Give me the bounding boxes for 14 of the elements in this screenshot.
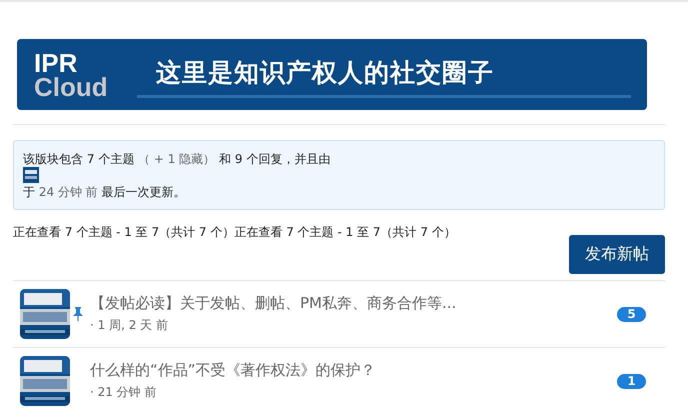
logo-text: IPR <box>34 50 78 74</box>
info-text: 于 24 分钟 前 最后一次更新。 <box>23 184 187 201</box>
topic-title[interactable]: 什么样的“作品”不受《著作权法》的保护？ <box>90 361 617 380</box>
topic-time: · 21 分钟 前 <box>90 384 158 401</box>
reply-count: 1 <box>617 374 646 388</box>
topic-title[interactable]: 【发帖必读】关于发帖、删帖、PM私奔、商务合作等... <box>90 294 617 313</box>
reply-count: 5 <box>617 306 646 322</box>
logo-text: Cloud <box>34 74 109 98</box>
pagination-text: 正在查看 7 个主题 - 1 至 7（共计 7 个）正在查看 7 个主题 - 1 至 7（共计 7 个） <box>13 224 457 241</box>
slogan: 这里是知识产权人的社交圈子 <box>156 57 494 89</box>
topic-time: · 1 周, 2 天 前 <box>90 317 169 334</box>
info-text: 该版块包含 7 个主题 （ + 1 隐藏） 和 9 个回复，并且由 <box>23 151 332 168</box>
new-topic-button[interactable]: 发布新帖 <box>569 235 665 274</box>
user-avatar-icon <box>23 167 39 183</box>
